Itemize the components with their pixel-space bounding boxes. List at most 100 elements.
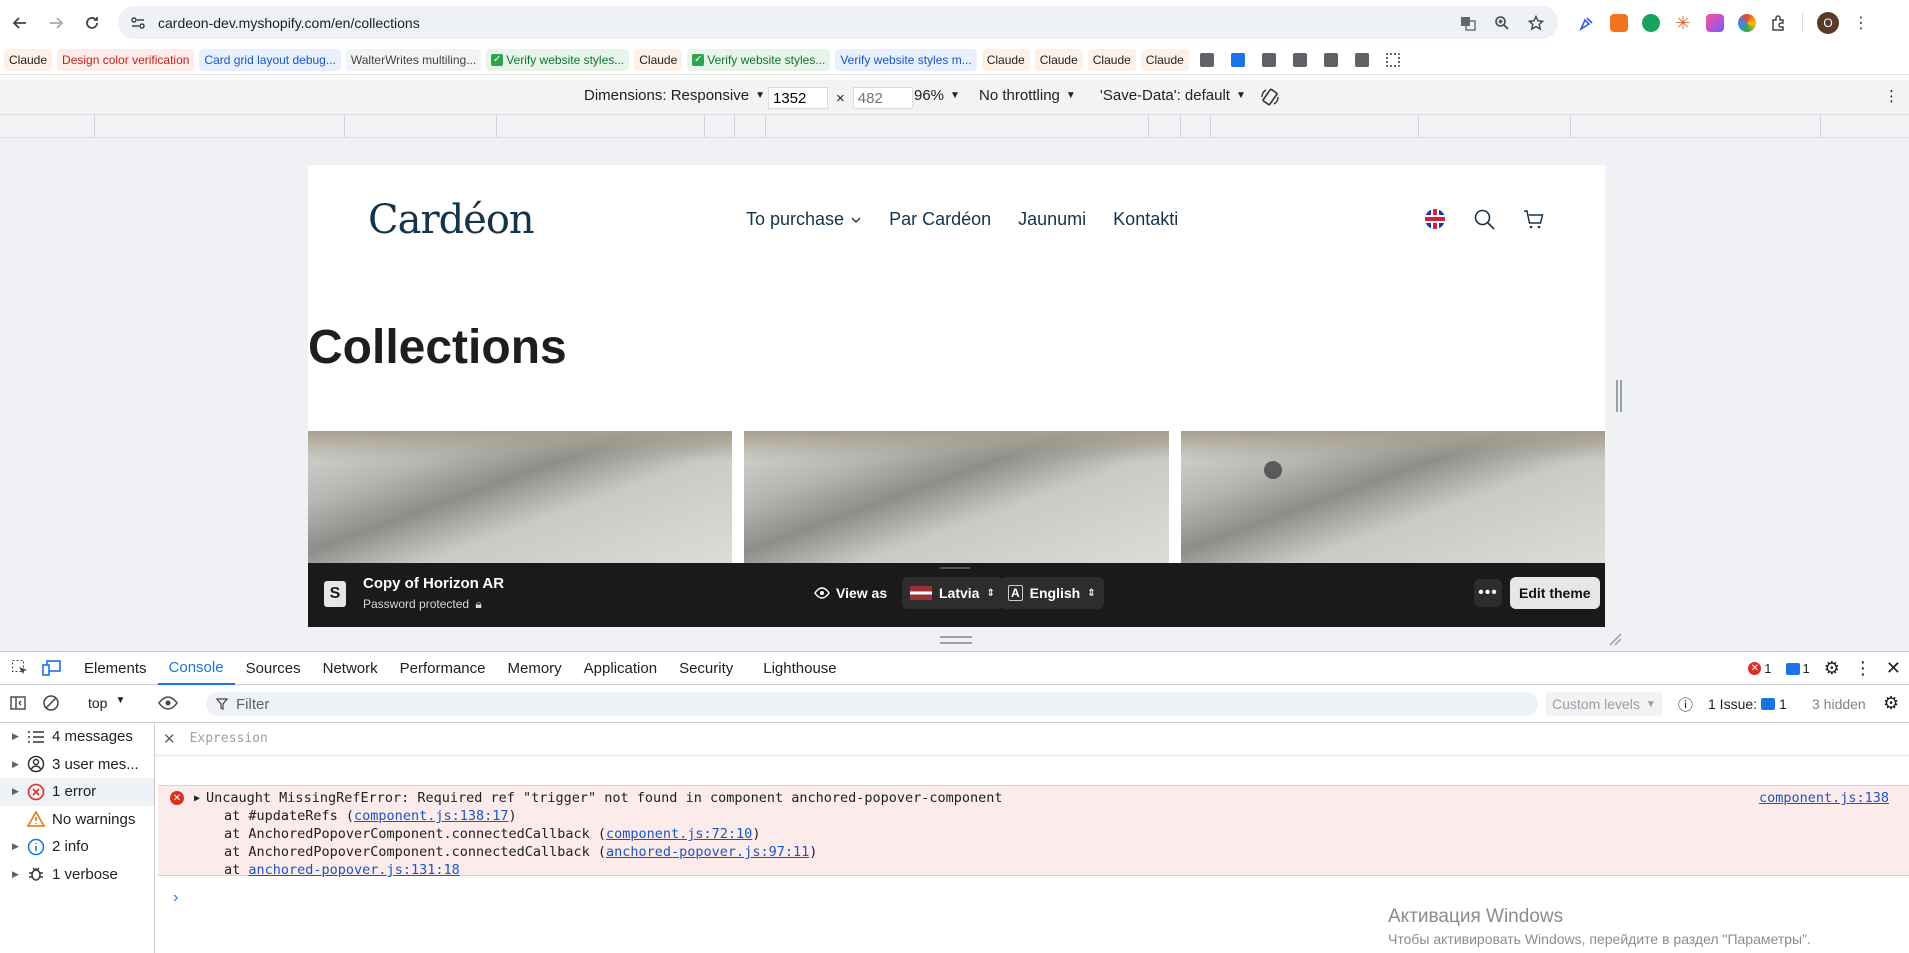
console-sidebar-item[interactable]: ▶ 1 error [0,778,154,806]
expand-arrow-icon[interactable]: ▶ [12,731,20,742]
tab-console[interactable]: Console [157,652,235,685]
url-text[interactable]: cardeon-dev.myshopify.com/en/collections [158,15,420,31]
width-input[interactable] [768,87,828,109]
bookmark-item[interactable]: Claude [4,48,53,71]
console-sidebar-item[interactable]: ▶ 1 verbose [0,861,154,889]
log-levels-select[interactable]: Custom levels ▼ [1546,692,1662,716]
bookmark-item[interactable]: WalterWrites multiling... [345,48,482,71]
tab-memory[interactable]: Memory [497,652,573,685]
throttling-select[interactable]: No throttling ▼ [979,87,1076,104]
viewport-resize-right[interactable] [1616,380,1622,412]
tab-application[interactable]: Application [573,652,668,685]
extension-color-picker-icon[interactable] [1738,13,1756,32]
rotate-button[interactable] [1260,87,1280,107]
nav-item-to-purchase[interactable]: To purchase [746,209,862,230]
console-sidebar-item[interactable]: ▶ 2 info [0,833,154,861]
bookmark-item[interactable]: Claude [981,48,1030,71]
device-more-button[interactable]: ⋮ [1884,87,1899,105]
height-input[interactable] [852,87,913,109]
close-expression-icon[interactable]: ✕ [163,730,176,748]
clear-console-icon[interactable] [42,694,60,715]
console-sidebar-item[interactable]: ▶ 4 messages [0,723,154,751]
viewport-resize-corner[interactable] [1608,632,1622,646]
bookmark-item[interactable]: ✓ Verify website styles... [687,48,831,71]
preview-bar-handle[interactable] [940,567,970,569]
uk-flag-icon[interactable] [1425,209,1445,229]
stack-source-link[interactable]: component.js:138:17 [354,808,508,824]
console-settings-icon[interactable]: ⚙ [1883,693,1899,714]
nav-item-jaunumi[interactable]: Jaunumi [1018,209,1086,230]
bookmark-item[interactable]: Claude [1140,48,1189,71]
bookmark-folder-icon[interactable] [1292,52,1307,67]
country-select[interactable]: Latvia ⇕ [902,577,1003,609]
gear-icon[interactable]: ⚙ [1824,658,1840,679]
stack-source-link[interactable]: anchored-popover.js:97:11 [606,844,809,860]
extension-green-icon[interactable] [1642,13,1660,32]
error-counter[interactable]: ✕ 1 [1748,661,1772,676]
collection-card[interactable] [744,431,1169,565]
zoom-select[interactable]: 96% ▼ [914,87,960,104]
sidebar-toggle-icon[interactable] [10,695,26,714]
tab-lighthouse[interactable]: Lighthouse [752,652,847,685]
context-select[interactable]: top ▼ [88,695,125,711]
address-bar[interactable]: cardeon-dev.myshopify.com/en/collections [118,6,1558,39]
bookmark-folder-icon[interactable] [1199,52,1214,67]
console-prompt[interactable]: › [173,889,178,907]
forward-button[interactable] [38,5,74,41]
bookmark-item[interactable]: Card grid layout debug... [199,48,341,71]
bookmark-star-icon[interactable] [1528,14,1544,31]
issues-button[interactable]: 1 Issue: 1 [1708,696,1787,712]
expand-triangle-icon[interactable]: ▶ [194,793,200,804]
save-data-select[interactable]: 'Save-Data': default ▼ [1100,87,1246,104]
browser-menu-icon[interactable]: ⋮ [1853,13,1869,33]
bookmark-item[interactable]: Claude [634,48,683,71]
bookmark-item[interactable]: Claude [1087,48,1136,71]
collection-card[interactable] [1180,431,1605,565]
nav-item-par-cardeon[interactable]: Par Cardéon [889,209,991,230]
bookmark-item[interactable]: Verify website styles m... [835,48,977,71]
inspect-element-button[interactable] [0,652,40,685]
extension-pen-icon[interactable] [1578,14,1596,32]
search-icon[interactable] [1473,208,1495,230]
console-sidebar-item[interactable]: ▶ 3 user mes... [0,751,154,779]
site-settings-icon[interactable] [130,15,146,31]
bookmark-folder-icon[interactable] [1230,52,1245,67]
tab-elements[interactable]: Elements [73,652,158,685]
console-filter-input[interactable]: Filter [206,692,1538,716]
bookmark-item[interactable]: Claude [1034,48,1083,71]
nav-item-kontakti[interactable]: Kontakti [1113,209,1178,230]
extension-claude-icon[interactable]: ✳ [1674,14,1692,32]
apps-grid-icon[interactable] [1385,52,1400,67]
error-source-link[interactable]: component.js:138 [1759,790,1889,806]
expand-arrow-icon[interactable]: ▶ [12,759,20,770]
stack-source-link[interactable]: component.js:72:10 [606,826,752,842]
cart-icon[interactable] [1523,208,1545,230]
reload-button[interactable] [74,5,110,41]
tab-sources[interactable]: Sources [235,652,312,685]
device-toggle-button[interactable] [40,652,73,685]
expand-arrow-icon[interactable]: ▶ [12,869,20,880]
live-expression-icon[interactable] [158,694,178,715]
devtools-menu-icon[interactable]: ⋮ [1854,658,1872,679]
tab-security[interactable]: Security [668,652,744,685]
extensions-puzzle-icon[interactable] [1770,14,1788,32]
tab-performance[interactable]: Performance [389,652,497,685]
translate-icon[interactable] [1460,15,1476,31]
bookmark-folder-icon[interactable] [1261,52,1276,67]
message-counter[interactable]: 1 [1785,661,1810,676]
live-expression[interactable]: ✕ Expression [155,723,1909,757]
extension-rss-icon[interactable] [1610,13,1628,32]
extension-gradient-icon[interactable] [1706,13,1724,32]
zoom-icon[interactable] [1494,15,1510,31]
bookmark-folder-icon[interactable] [1323,52,1338,67]
collection-card[interactable] [308,431,733,565]
expand-arrow-icon[interactable]: ▶ [12,841,20,852]
profile-avatar[interactable]: O [1817,11,1839,34]
console-sidebar-item[interactable]: No warnings [0,806,154,834]
back-button[interactable] [2,5,38,41]
edit-theme-button[interactable]: Edit theme [1510,577,1600,609]
stack-source-link[interactable]: anchored-popover.js:131:18 [248,862,459,878]
bookmark-folder-icon[interactable] [1354,52,1369,67]
close-devtools-icon[interactable]: ✕ [1886,658,1901,679]
viewport-resize-bottom[interactable] [940,636,972,644]
